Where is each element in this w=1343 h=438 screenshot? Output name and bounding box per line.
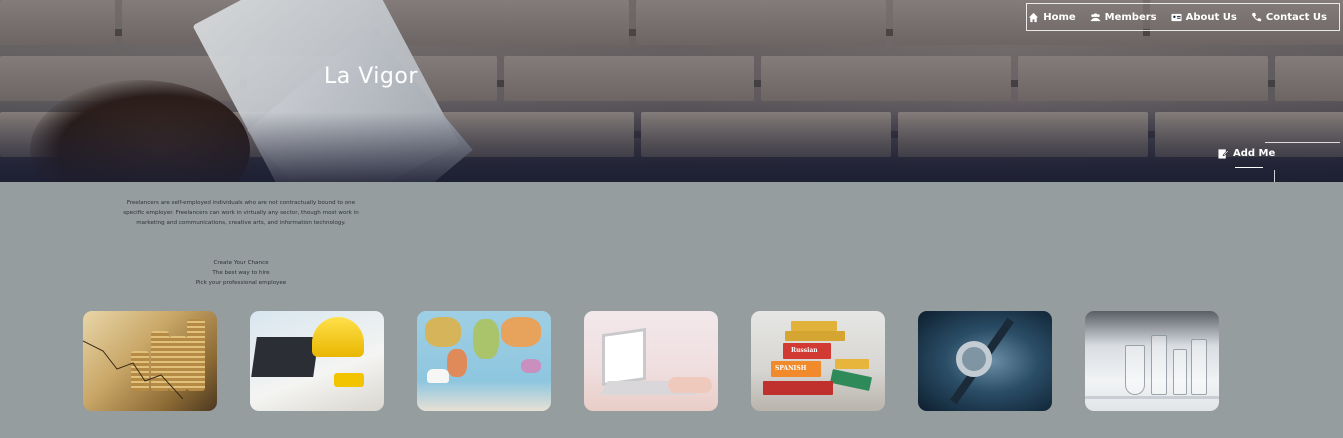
tagline: Pick your professional employee	[195, 280, 287, 286]
laptop-icon	[251, 337, 319, 377]
nav-home-label: Home	[1043, 11, 1076, 23]
engineering-card[interactable]	[250, 311, 384, 411]
chart-line-icon	[83, 340, 184, 400]
hardhat-icon	[312, 317, 364, 357]
edit-icon	[1218, 149, 1229, 159]
nav-members-label: Members	[1104, 11, 1157, 23]
users-icon	[1090, 12, 1101, 21]
nav-home[interactable]: Home	[1028, 11, 1076, 23]
it-card[interactable]	[584, 311, 718, 411]
travel-card[interactable]	[417, 311, 551, 411]
book-label: Russian	[791, 347, 818, 354]
languages-card[interactable]: Russian SPANISH	[751, 311, 885, 411]
nav-members[interactable]: Members	[1090, 12, 1157, 23]
stethoscope-icon	[956, 341, 992, 377]
phone-icon	[1251, 12, 1261, 21]
nav-contact-us[interactable]: Contact Us	[1251, 12, 1327, 23]
home-icon	[1029, 12, 1039, 22]
nav-contact-us-label: Contact Us	[1265, 11, 1327, 23]
taglines: Create Your Chance The best way to hire …	[120, 258, 362, 288]
tagline: Create Your Chance	[213, 260, 269, 266]
nav-about-us-label: About Us	[1185, 11, 1237, 23]
add-me-button[interactable]: Add Me	[1218, 148, 1275, 159]
site-title[interactable]: La Vigor	[324, 64, 418, 89]
tape-measure-icon	[334, 373, 364, 387]
medical-card[interactable]	[918, 311, 1052, 411]
divider	[1274, 170, 1275, 182]
science-card[interactable]	[1085, 311, 1219, 411]
add-me-underline	[1235, 167, 1263, 168]
laptop-icon	[602, 327, 646, 387]
nav-about-us[interactable]: About Us	[1171, 12, 1237, 23]
finance-card[interactable]	[83, 311, 217, 411]
divider	[1265, 142, 1340, 143]
category-cards: Russian SPANISH	[83, 311, 1219, 411]
intro-paragraph: Freelancers are self-employed individual…	[123, 200, 359, 226]
top-navigation: Home Members About Us Contact Us	[1026, 3, 1340, 31]
id-card-icon	[1171, 13, 1182, 21]
tagline: The best way to hire	[212, 270, 270, 276]
add-me-label: Add Me	[1233, 148, 1276, 159]
book-label: SPANISH	[775, 365, 807, 372]
chair-icon	[427, 369, 449, 383]
